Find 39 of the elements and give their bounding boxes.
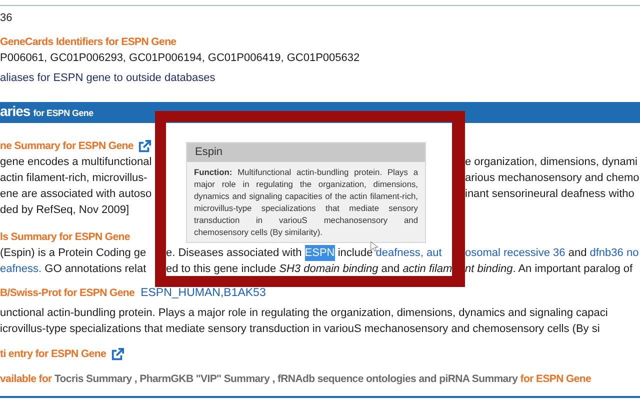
summary-text: actin filament-rich, microvillus-: [0, 171, 148, 186]
tooltip-text: Function: Multifunctional actin-bundling protein. Plays a major role in regulating the organization, dimensions, dynamics and signaling capacities of the actin filament-rich, microvillus-type specializations that mediate sensory transduction in variouS mechanosensory and chemosensory cells (By similarity).: [193, 166, 419, 239]
summary-text: include: [336, 246, 374, 261]
summary-text: e organization, dimensions, dynami: [465, 155, 638, 170]
summary-text: arious mechanosensory and chemo: [465, 171, 640, 186]
section-heading: ti entry for ESPN Gene: [0, 347, 106, 362]
text-link[interactable]: deafness, aut: [376, 245, 442, 261]
external-link-icon[interactable]: [138, 140, 152, 152]
text-link[interactable]: eafness.: [0, 261, 42, 277]
identifier-list: P006061, GC01P006293, GC01P006194, GC01P006419, GC01P005632: [0, 50, 360, 66]
section-subtitle: for ESPN Gene: [33, 108, 94, 118]
summary-text: gene encodes a multifunctional: [0, 155, 152, 170]
summary-text: e. Diseases associated with: [166, 246, 303, 261]
tooltip-title: Espin: [187, 143, 425, 162]
summary-text: and: [567, 246, 588, 261]
section-heading: ls Summary for ESPN Gene: [0, 230, 130, 245]
protein-id-link[interactable]: ESPN_HUMAN,B1AK53: [140, 285, 266, 301]
highlighted-text: ESPN: [304, 245, 335, 261]
text-link[interactable]: dfnb36 no: [590, 245, 639, 261]
aliases-link[interactable]: aliases for ESPN gene to outside databases: [0, 70, 216, 86]
summary-text: ene are associated with autoso: [0, 187, 152, 202]
summary-text: GO annotations relat: [44, 262, 146, 277]
summary-text: (Espin) is a Protein Coding ge: [0, 246, 146, 261]
section-heading: vailable for: [0, 372, 53, 387]
section-heading: for ESPN Gene: [519, 372, 592, 387]
section-heading: ne Summary for ESPN Gene: [0, 139, 134, 154]
summary-text: ded by RefSeq, Nov 2009]: [0, 203, 130, 218]
summary-text: inant sensorineural deafness witho: [465, 187, 634, 202]
summary-text: icrovillus-type specializations that mediate sensory transduction in variouS mechanosensory and chemosensory cells (By si: [0, 322, 600, 337]
alias-value: 36: [0, 11, 12, 26]
external-link-icon[interactable]: [111, 348, 124, 360]
text-link[interactable]: osomal recessive 36: [465, 245, 566, 261]
source-links[interactable]: Tocris Summary , PharmGKB "VIP" Summary , fRNAdb sequence ontologies and piRNA Summary: [54, 371, 518, 387]
section-heading: B/Swiss-Prot for ESPN Gene: [0, 286, 135, 301]
summary-text: nt binding. An important paralog of: [465, 262, 633, 277]
section-heading: GeneCards Identifiers for ESPN Gene: [0, 35, 176, 50]
summary-text: unctional actin-bundling protein. Plays a major role in regulating the organization, dimensions, dynamics and signaling capaci: [0, 306, 608, 321]
summary-text: ed to this gene include SH3 domain binding and actin filam: [166, 262, 452, 277]
section-title: aries: [0, 103, 30, 119]
